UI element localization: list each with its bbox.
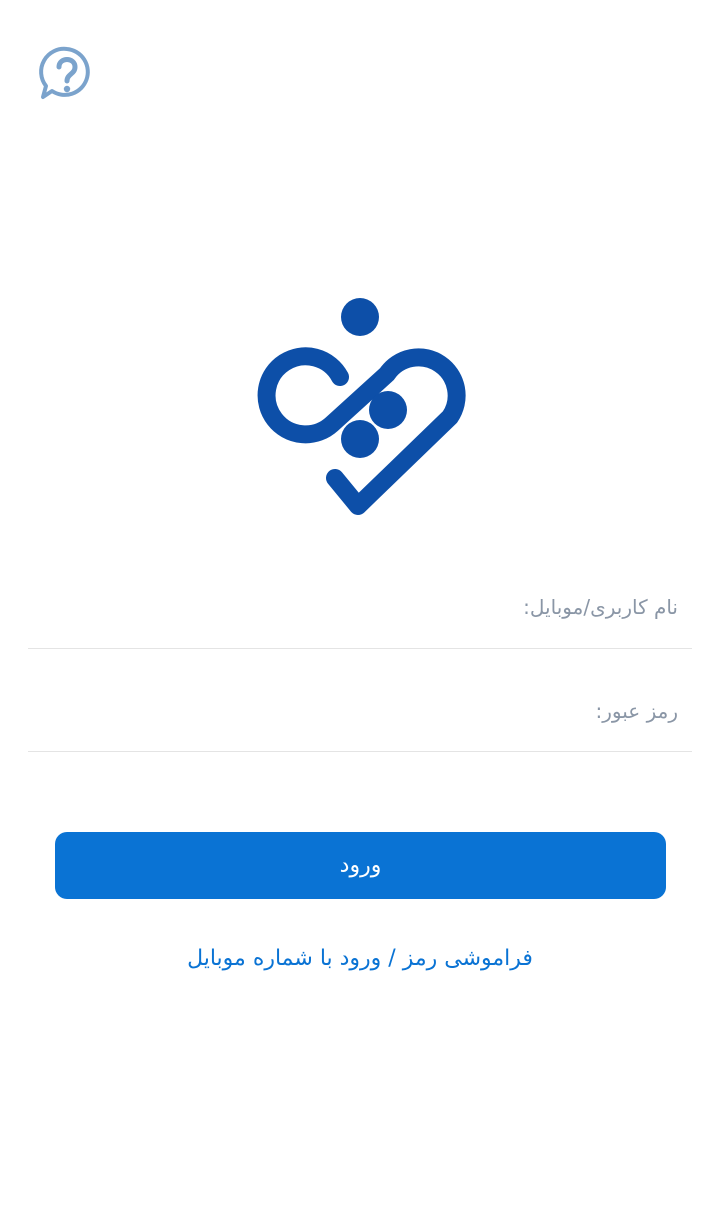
help-button[interactable] [38, 44, 96, 102]
heart-infinity-logo [257, 298, 466, 515]
app-logo [240, 290, 480, 530]
username-field [28, 572, 692, 649]
help-question-bubble-icon [39, 46, 90, 99]
login-button[interactable]: ورود [55, 832, 666, 899]
forgot-password-link[interactable]: فراموشی رمز / ورود با شماره موبایل [0, 946, 720, 971]
password-input[interactable] [28, 676, 692, 746]
password-field [28, 676, 692, 752]
username-input[interactable] [28, 572, 692, 642]
